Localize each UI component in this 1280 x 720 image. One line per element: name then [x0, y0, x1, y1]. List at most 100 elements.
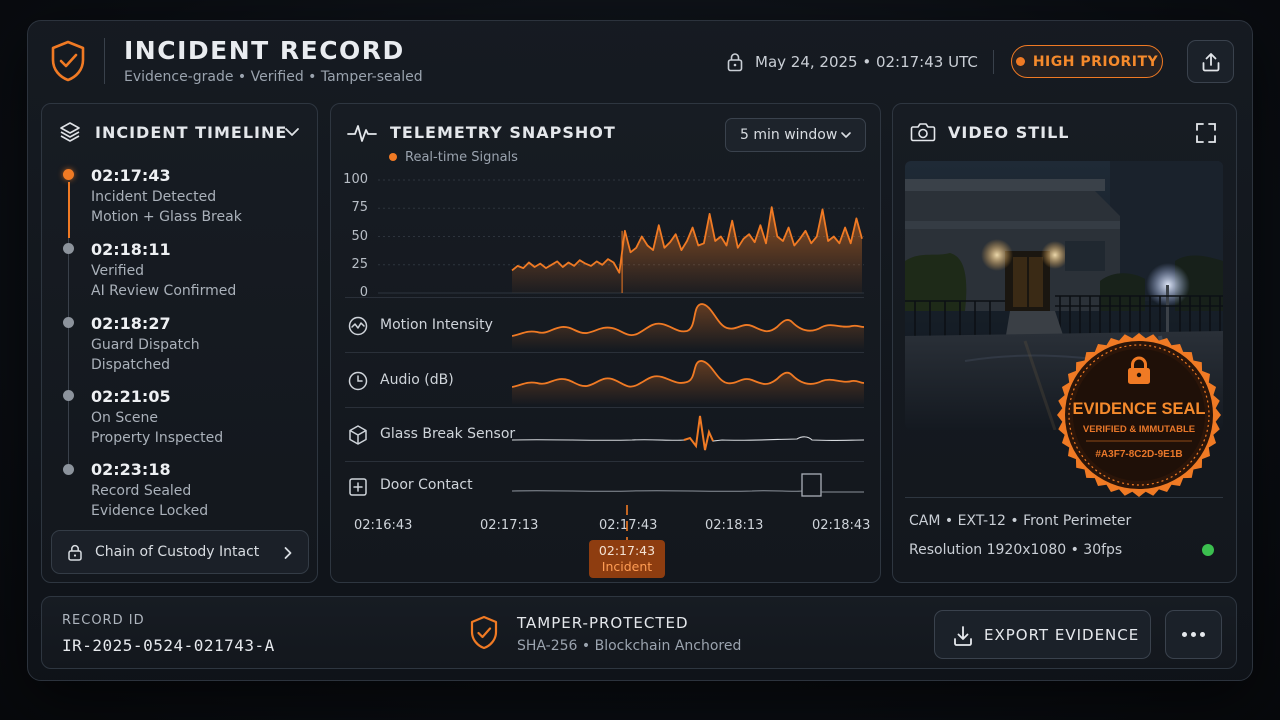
- page-subtitle: Evidence-grade • Verified • Tamper-seale…: [124, 69, 423, 85]
- evidence-seal-hash: #A3F7-8C2D-9E1B: [1095, 449, 1182, 460]
- export-evidence-label: EXPORT EVIDENCE: [984, 626, 1140, 644]
- incident-timestamp: May 24, 2025 • 02:17:43 UTC: [755, 53, 978, 71]
- timeline-event-title: Guard Dispatch: [91, 337, 200, 353]
- download-icon: [954, 626, 972, 646]
- evidence-seal-subtitle: VERIFIED & IMMUTABLE: [1083, 424, 1195, 435]
- incident-marker-time: 02:17:43: [598, 543, 656, 558]
- signal-separator: [345, 407, 864, 408]
- signal-label: Glass Break Sensor: [380, 426, 516, 442]
- timeline-dot: [63, 317, 74, 328]
- header-divider-2: [993, 50, 994, 74]
- y-tick: 75: [351, 200, 368, 215]
- y-tick: 50: [351, 229, 368, 244]
- chevron-down-icon[interactable]: [284, 125, 300, 139]
- signal-separator: [345, 461, 864, 462]
- realtime-dot: [389, 153, 397, 161]
- x-tick: 02:18:13: [705, 518, 764, 533]
- timeline-event-title: On Scene: [91, 410, 159, 426]
- time-window-select[interactable]: 5 min window: [725, 118, 866, 152]
- evidence-seal-title: EVIDENCE SEAL: [1073, 400, 1206, 418]
- shield-check-icon: [470, 615, 498, 650]
- status-indicator: [1202, 544, 1214, 556]
- timeline-event-title: Incident Detected: [91, 189, 217, 205]
- header-divider: [104, 38, 105, 84]
- signal-label: Motion Intensity: [380, 317, 493, 333]
- video-title: VIDEO STILL: [948, 123, 1070, 142]
- priority-badge: HIGH PRIORITY: [1011, 45, 1163, 78]
- lock-icon: [727, 53, 743, 72]
- chain-of-custody-button[interactable]: Chain of Custody Intact: [51, 530, 309, 574]
- priority-label: HIGH PRIORITY: [1032, 53, 1159, 70]
- chevron-down-icon: [841, 132, 851, 138]
- timeline-event-time: 02:23:18: [91, 460, 171, 479]
- incident-marker-line: [626, 505, 628, 543]
- page-title: INCIDENT RECORD: [124, 36, 405, 65]
- tamper-title: TAMPER-PROTECTED: [517, 614, 689, 632]
- door-contact-sparkline: [512, 473, 864, 497]
- record-id-value: IR-2025-0524-021743-A: [62, 636, 275, 655]
- audio-sparkline: [512, 360, 864, 405]
- upload-icon: [1202, 52, 1219, 71]
- timeline-event-title: Verified: [91, 263, 145, 279]
- chain-of-custody-label: Chain of Custody Intact: [95, 544, 260, 560]
- motion-icon: [348, 316, 368, 336]
- y-tick: 100: [343, 172, 368, 187]
- lock-icon: [68, 544, 82, 561]
- signal-label: Audio (dB): [380, 372, 454, 388]
- video-separator: [905, 497, 1223, 498]
- timeline-event-time: 02:18:27: [91, 314, 171, 333]
- record-id-label: RECORD ID: [62, 613, 145, 628]
- tamper-subtitle: SHA-256 • Blockchain Anchored: [517, 638, 742, 654]
- signal-separator: [345, 297, 864, 298]
- timeline-event-detail: Property Inspected: [91, 430, 224, 446]
- incident-marker-label: Incident: [601, 559, 653, 574]
- x-tick: 02:16:43: [354, 518, 413, 533]
- timeline-dot: [63, 464, 74, 475]
- timeline-track-active: [68, 182, 70, 238]
- layers-icon: [60, 122, 80, 142]
- export-evidence-button[interactable]: EXPORT EVIDENCE: [934, 610, 1151, 659]
- camera-icon: [910, 123, 936, 142]
- timeline-event-detail: Dispatched: [91, 357, 170, 373]
- more-dot: [1200, 632, 1205, 637]
- evidence-seal: EVIDENCE SEAL VERIFIED & IMMUTABLE #A3F7…: [1057, 333, 1221, 497]
- telemetry-area: [512, 207, 862, 293]
- camera-info: CAM • EXT-12 • Front Perimeter: [909, 513, 1132, 529]
- timeline-event-title: Record Sealed: [91, 483, 192, 499]
- telemetry-title: TELEMETRY SNAPSHOT: [390, 123, 616, 142]
- door-contact-icon: [349, 478, 367, 496]
- signal-label: Door Contact: [380, 477, 473, 493]
- glass-break-icon: [349, 425, 367, 445]
- timeline-event-detail: Evidence Locked: [91, 503, 209, 519]
- time-window-value: 5 min window: [740, 127, 838, 143]
- more-dot: [1191, 632, 1196, 637]
- timeline-dot: [63, 390, 74, 401]
- timeline-event-time: 02:17:43: [91, 166, 171, 185]
- resolution-info: Resolution 1920x1080 • 30fps: [909, 542, 1123, 558]
- chevron-right-icon: [284, 547, 292, 559]
- timeline-event-detail: AI Review Confirmed: [91, 283, 237, 299]
- priority-dot: [1015, 57, 1025, 66]
- motion-intensity-sparkline: [512, 303, 864, 350]
- shield-check-icon: [51, 40, 85, 82]
- more-dot: [1182, 632, 1187, 637]
- x-tick: 02:18:43: [812, 518, 871, 533]
- signal-separator: [345, 352, 864, 353]
- incident-marker: 02:17:43 Incident: [589, 540, 665, 578]
- pulse-icon: [347, 125, 377, 142]
- timeline-dot: [63, 243, 74, 254]
- timeline-event-time: 02:21:05: [91, 387, 171, 406]
- x-tick: 02:17:13: [480, 518, 539, 533]
- clock-icon: [348, 371, 368, 391]
- timeline-event-time: 02:18:11: [91, 240, 171, 259]
- timeline-dot-active: [63, 169, 74, 180]
- y-tick: 25: [351, 257, 368, 272]
- glass-break-sparkline: [512, 415, 864, 451]
- telemetry-main-chart: [378, 179, 864, 294]
- timeline-title: INCIDENT TIMELINE: [95, 123, 288, 142]
- more-options-button[interactable]: [1165, 610, 1222, 659]
- telemetry-subtitle: Real-time Signals: [405, 150, 518, 165]
- fullscreen-icon[interactable]: [1195, 122, 1217, 144]
- timeline-event-detail: Motion + Glass Break: [91, 209, 242, 225]
- share-button[interactable]: [1187, 40, 1234, 83]
